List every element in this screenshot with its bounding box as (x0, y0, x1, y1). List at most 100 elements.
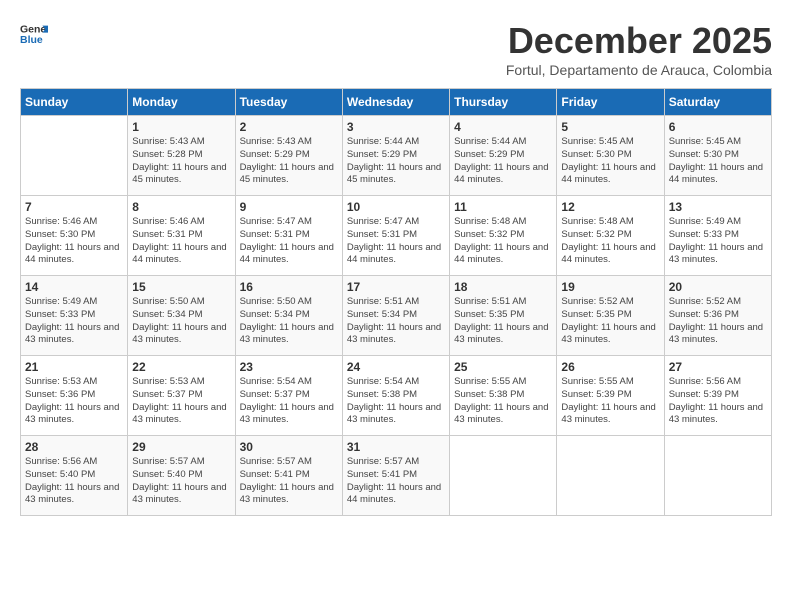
calendar-cell: 17 Sunrise: 5:51 AM Sunset: 5:34 PM Dayli… (342, 276, 449, 356)
day-number: 10 (347, 200, 445, 214)
cell-details: Sunrise: 5:48 AM Sunset: 5:32 PM Dayligh… (454, 216, 552, 267)
cell-details: Sunrise: 5:48 AM Sunset: 5:32 PM Dayligh… (561, 216, 659, 267)
calendar-cell: 29Sunrise: 5:57 AM Sunset: 5:40 PM Dayli… (128, 436, 235, 516)
day-number: 27 (669, 360, 767, 374)
cell-details: Sunrise: 5:52 AM Sunset: 5:35 PM Dayligh… (561, 296, 659, 347)
calendar-cell: 3Sunrise: 5:44 AM Sunset: 5:29 PM Daylig… (342, 116, 449, 196)
day-number: 4 (454, 120, 552, 134)
day-number: 28 (25, 440, 123, 454)
day-number: 3 (347, 120, 445, 134)
calendar-cell: 21Sunrise: 5:53 AM Sunset: 5:36 PM Dayli… (21, 356, 128, 436)
col-header-thursday: Thursday (450, 89, 557, 116)
cell-details: Sunrise: 5:46 AM Sunset: 5:30 PM Dayligh… (25, 216, 123, 267)
calendar-cell: 8Sunrise: 5:46 AM Sunset: 5:31 PM Daylig… (128, 196, 235, 276)
cell-details: Sunrise: 5:47 AM Sunset: 5:31 PM Dayligh… (347, 216, 445, 267)
calendar-cell: 16 Sunrise: 5:50 AM Sunset: 5:34 PM Dayli… (235, 276, 342, 356)
page-header: General Blue December 2025 Fortul, Depar… (20, 20, 772, 78)
cell-details: Sunrise: 5:50 AM Sunset: 5:34 PM Dayligh… (240, 296, 338, 347)
cell-details: Sunrise: 5:54 AM Sunset: 5:37 PM Dayligh… (240, 376, 338, 427)
calendar-cell: 23Sunrise: 5:54 AM Sunset: 5:37 PM Dayli… (235, 356, 342, 436)
calendar-cell: 7 Sunrise: 5:46 AM Sunset: 5:30 PM Daylig… (21, 196, 128, 276)
day-number: 9 (240, 200, 338, 214)
day-number: 31 (347, 440, 445, 454)
cell-details: Sunrise: 5:55 AM Sunset: 5:39 PM Dayligh… (561, 376, 659, 427)
day-number: 14 (25, 280, 123, 294)
calendar-cell: 9 Sunrise: 5:47 AM Sunset: 5:31 PM Daylig… (235, 196, 342, 276)
logo-icon: General Blue (20, 20, 48, 48)
calendar-week-row: 21Sunrise: 5:53 AM Sunset: 5:36 PM Dayli… (21, 356, 772, 436)
day-number: 22 (132, 360, 230, 374)
calendar-cell (450, 436, 557, 516)
col-header-friday: Friday (557, 89, 664, 116)
cell-details: Sunrise: 5:51 AM Sunset: 5:35 PM Dayligh… (454, 296, 552, 347)
cell-details: Sunrise: 5:50 AM Sunset: 5:34 PM Dayligh… (132, 296, 230, 347)
day-number: 16 (240, 280, 338, 294)
svg-text:Blue: Blue (20, 34, 43, 46)
day-number: 15 (132, 280, 230, 294)
day-number: 5 (561, 120, 659, 134)
day-number: 24 (347, 360, 445, 374)
cell-details: Sunrise: 5:45 AM Sunset: 5:30 PM Dayligh… (669, 136, 767, 187)
day-number: 17 (347, 280, 445, 294)
calendar-cell: 1Sunrise: 5:43 AM Sunset: 5:28 PM Daylig… (128, 116, 235, 196)
calendar-cell: 15 Sunrise: 5:50 AM Sunset: 5:34 PM Dayli… (128, 276, 235, 356)
calendar-table: SundayMondayTuesdayWednesdayThursdayFrid… (20, 88, 772, 516)
calendar-cell: 11Sunrise: 5:48 AM Sunset: 5:32 PM Dayli… (450, 196, 557, 276)
cell-details: Sunrise: 5:43 AM Sunset: 5:28 PM Dayligh… (132, 136, 230, 187)
col-header-wednesday: Wednesday (342, 89, 449, 116)
day-number: 25 (454, 360, 552, 374)
cell-details: Sunrise: 5:43 AM Sunset: 5:29 PM Dayligh… (240, 136, 338, 187)
day-number: 13 (669, 200, 767, 214)
col-header-monday: Monday (128, 89, 235, 116)
calendar-cell: 27 Sunrise: 5:56 AM Sunset: 5:39 PM Dayli… (664, 356, 771, 436)
calendar-cell: 5 Sunrise: 5:45 AM Sunset: 5:30 PM Daylig… (557, 116, 664, 196)
col-header-tuesday: Tuesday (235, 89, 342, 116)
day-number: 2 (240, 120, 338, 134)
day-number: 8 (132, 200, 230, 214)
calendar-cell: 28 Sunrise: 5:56 AM Sunset: 5:40 PM Dayli… (21, 436, 128, 516)
cell-details: Sunrise: 5:45 AM Sunset: 5:30 PM Dayligh… (561, 136, 659, 187)
cell-details: Sunrise: 5:57 AM Sunset: 5:40 PM Dayligh… (132, 456, 230, 507)
calendar-cell: 24Sunrise: 5:54 AM Sunset: 5:38 PM Dayli… (342, 356, 449, 436)
cell-details: Sunrise: 5:52 AM Sunset: 5:36 PM Dayligh… (669, 296, 767, 347)
month-title: December 2025 (506, 20, 772, 62)
cell-details: Sunrise: 5:44 AM Sunset: 5:29 PM Dayligh… (454, 136, 552, 187)
cell-details: Sunrise: 5:49 AM Sunset: 5:33 PM Dayligh… (25, 296, 123, 347)
col-header-sunday: Sunday (21, 89, 128, 116)
calendar-cell: 20Sunrise: 5:52 AM Sunset: 5:36 PM Dayli… (664, 276, 771, 356)
cell-details: Sunrise: 5:56 AM Sunset: 5:40 PM Dayligh… (25, 456, 123, 507)
cell-details: Sunrise: 5:55 AM Sunset: 5:38 PM Dayligh… (454, 376, 552, 427)
day-number: 30 (240, 440, 338, 454)
day-number: 19 (561, 280, 659, 294)
calendar-cell: 14 Sunrise: 5:49 AM Sunset: 5:33 PM Dayli… (21, 276, 128, 356)
calendar-week-row: 14 Sunrise: 5:49 AM Sunset: 5:33 PM Dayli… (21, 276, 772, 356)
calendar-cell: 13 Sunrise: 5:49 AM Sunset: 5:33 PM Dayli… (664, 196, 771, 276)
calendar-cell: 25 Sunrise: 5:55 AM Sunset: 5:38 PM Dayli… (450, 356, 557, 436)
day-number: 26 (561, 360, 659, 374)
cell-details: Sunrise: 5:57 AM Sunset: 5:41 PM Dayligh… (240, 456, 338, 507)
cell-details: Sunrise: 5:47 AM Sunset: 5:31 PM Dayligh… (240, 216, 338, 267)
col-header-saturday: Saturday (664, 89, 771, 116)
cell-details: Sunrise: 5:53 AM Sunset: 5:37 PM Dayligh… (132, 376, 230, 427)
calendar-week-row: 7 Sunrise: 5:46 AM Sunset: 5:30 PM Daylig… (21, 196, 772, 276)
calendar-cell: 10 Sunrise: 5:47 AM Sunset: 5:31 PM Dayli… (342, 196, 449, 276)
calendar-cell: 22 Sunrise: 5:53 AM Sunset: 5:37 PM Dayli… (128, 356, 235, 436)
calendar-cell: 30 Sunrise: 5:57 AM Sunset: 5:41 PM Dayli… (235, 436, 342, 516)
calendar-cell: 6 Sunrise: 5:45 AM Sunset: 5:30 PM Daylig… (664, 116, 771, 196)
logo: General Blue (20, 20, 48, 48)
calendar-cell: 31 Sunrise: 5:57 AM Sunset: 5:41 PM Dayli… (342, 436, 449, 516)
cell-details: Sunrise: 5:49 AM Sunset: 5:33 PM Dayligh… (669, 216, 767, 267)
day-number: 6 (669, 120, 767, 134)
cell-details: Sunrise: 5:56 AM Sunset: 5:39 PM Dayligh… (669, 376, 767, 427)
day-number: 12 (561, 200, 659, 214)
day-number: 18 (454, 280, 552, 294)
day-number: 7 (25, 200, 123, 214)
calendar-cell: 2 Sunrise: 5:43 AM Sunset: 5:29 PM Daylig… (235, 116, 342, 196)
calendar-cell (664, 436, 771, 516)
calendar-week-row: 1Sunrise: 5:43 AM Sunset: 5:28 PM Daylig… (21, 116, 772, 196)
cell-details: Sunrise: 5:53 AM Sunset: 5:36 PM Dayligh… (25, 376, 123, 427)
cell-details: Sunrise: 5:57 AM Sunset: 5:41 PM Dayligh… (347, 456, 445, 507)
calendar-cell: 12 Sunrise: 5:48 AM Sunset: 5:32 PM Dayli… (557, 196, 664, 276)
calendar-cell: 19 Sunrise: 5:52 AM Sunset: 5:35 PM Dayli… (557, 276, 664, 356)
cell-details: Sunrise: 5:51 AM Sunset: 5:34 PM Dayligh… (347, 296, 445, 347)
